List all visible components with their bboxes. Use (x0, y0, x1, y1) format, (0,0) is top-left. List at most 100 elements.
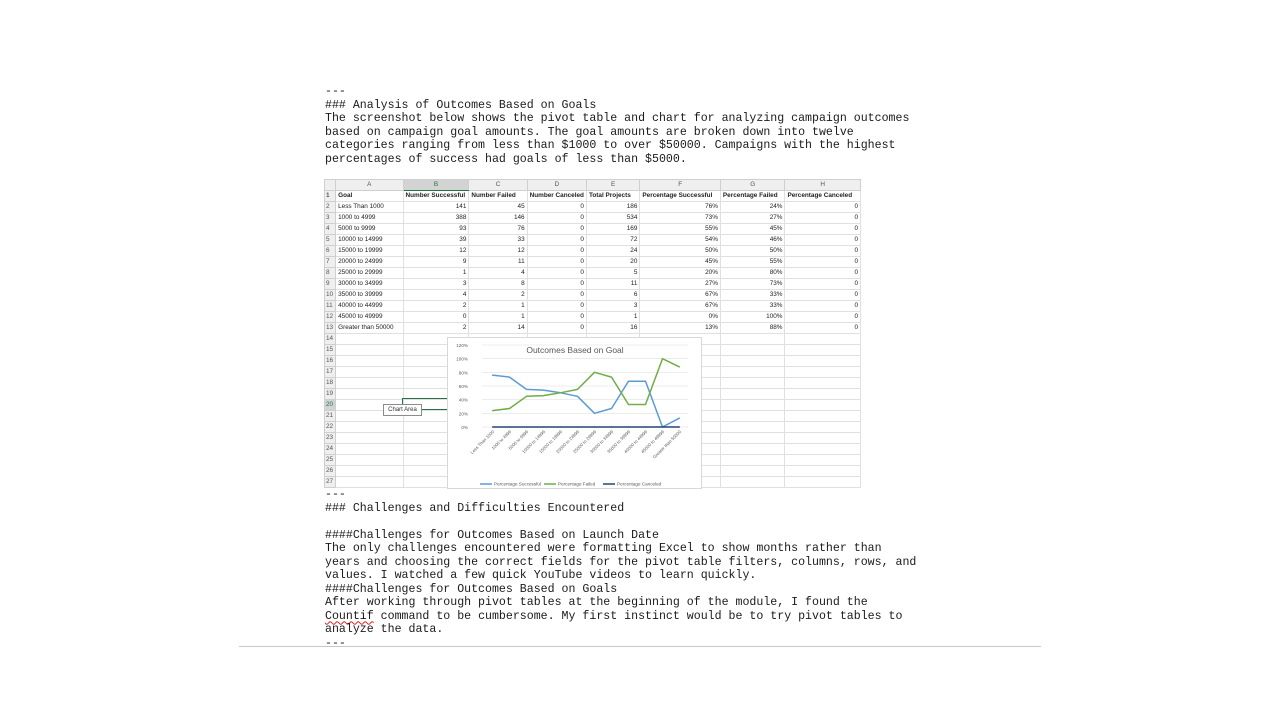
table-cell[interactable]: 39 (402, 234, 470, 246)
table-cell[interactable] (719, 432, 786, 444)
table-cell[interactable]: 0 (784, 311, 861, 323)
column-header[interactable]: H (784, 179, 861, 191)
table-cell[interactable] (335, 366, 404, 378)
row-number[interactable]: 19 (323, 388, 337, 400)
table-cell[interactable]: 0 (784, 289, 861, 301)
row-number[interactable]: 11 (323, 300, 337, 312)
row-number[interactable]: 10 (323, 289, 337, 301)
table-cell[interactable]: 13% (639, 322, 721, 334)
table-cell[interactable]: 0 (526, 267, 587, 279)
row-number[interactable]: 1 (323, 190, 337, 202)
table-cell[interactable]: 0 (526, 311, 587, 323)
table-cell[interactable]: 5000 to 9999 (335, 223, 404, 235)
table-cell[interactable]: 0 (526, 201, 587, 213)
table-cell[interactable]: 35000 to 39999 (335, 289, 404, 301)
table-cell[interactable]: 50% (719, 245, 786, 257)
row-number[interactable]: 22 (323, 421, 337, 433)
table-cell[interactable]: 45% (639, 256, 721, 268)
table-cell[interactable]: 93 (402, 223, 470, 235)
table-cell[interactable]: 45 (468, 201, 528, 213)
table-cell[interactable]: 0 (784, 201, 861, 213)
row-number[interactable]: 15 (323, 344, 337, 356)
table-cell[interactable] (719, 377, 786, 389)
table-cell[interactable]: 12 (402, 245, 470, 257)
row-number[interactable]: 25 (323, 454, 337, 466)
row-number[interactable]: 27 (323, 476, 337, 488)
column-header[interactable]: D (526, 179, 587, 191)
table-cell[interactable]: Less Than 1000 (335, 201, 404, 213)
table-cell[interactable]: 1 (402, 267, 470, 279)
table-cell[interactable] (719, 465, 786, 477)
table-cell[interactable]: 169 (585, 223, 641, 235)
table-cell[interactable]: 9 (402, 256, 470, 268)
table-cell[interactable] (335, 432, 404, 444)
table-cell[interactable]: 1 (585, 311, 641, 323)
row-number[interactable]: 24 (323, 443, 337, 455)
table-cell[interactable] (335, 465, 404, 477)
table-cell[interactable]: Total Projects (585, 190, 641, 202)
row-number[interactable]: 4 (323, 223, 337, 235)
table-cell[interactable]: 27% (719, 212, 786, 224)
table-cell[interactable] (719, 355, 786, 367)
table-cell[interactable] (719, 333, 786, 345)
row-number[interactable]: 17 (323, 366, 337, 378)
table-cell[interactable]: 0 (784, 245, 861, 257)
row-number[interactable]: 3 (323, 212, 337, 224)
table-cell[interactable]: 46% (719, 234, 786, 246)
table-cell[interactable] (719, 344, 786, 356)
row-number[interactable]: 8 (323, 267, 337, 279)
table-cell[interactable]: Percentage Failed (719, 190, 786, 202)
table-cell[interactable]: Goal (335, 190, 404, 202)
table-cell[interactable]: 33% (719, 300, 786, 312)
table-cell[interactable]: 76% (639, 201, 721, 213)
table-cell[interactable]: 0 (526, 212, 587, 224)
table-cell[interactable]: 100% (719, 311, 786, 323)
row-number[interactable]: 12 (323, 311, 337, 323)
row-number[interactable]: 5 (323, 234, 337, 246)
table-cell[interactable]: 534 (585, 212, 641, 224)
table-cell[interactable]: Number Canceled (526, 190, 587, 202)
table-cell[interactable]: 24 (585, 245, 641, 257)
table-cell[interactable] (784, 443, 861, 455)
table-cell[interactable] (719, 443, 786, 455)
table-cell[interactable] (335, 355, 404, 367)
table-cell[interactable] (719, 366, 786, 378)
table-cell[interactable]: Number Successful (402, 190, 470, 202)
table-cell[interactable]: 146 (468, 212, 528, 224)
table-cell[interactable]: 27% (639, 278, 721, 290)
table-cell[interactable] (335, 421, 404, 433)
table-cell[interactable]: 45% (719, 223, 786, 235)
row-number[interactable]: 23 (323, 432, 337, 444)
table-cell[interactable]: 0 (784, 256, 861, 268)
table-cell[interactable] (784, 465, 861, 477)
table-cell[interactable]: 73% (719, 278, 786, 290)
table-cell[interactable]: 1 (468, 300, 528, 312)
table-cell[interactable]: Number Failed (468, 190, 528, 202)
row-number[interactable]: 6 (323, 245, 337, 257)
table-cell[interactable] (335, 476, 404, 488)
table-cell[interactable]: 0 (784, 322, 861, 334)
table-cell[interactable]: 15000 to 19999 (335, 245, 404, 257)
table-cell[interactable]: 141 (402, 201, 470, 213)
table-cell[interactable]: 0 (784, 278, 861, 290)
table-cell[interactable]: 76 (468, 223, 528, 235)
table-cell[interactable]: 8 (468, 278, 528, 290)
table-cell[interactable]: 12 (468, 245, 528, 257)
table-cell[interactable]: 11 (585, 278, 641, 290)
table-cell[interactable]: Percentage Successful (639, 190, 721, 202)
table-cell[interactable] (784, 344, 861, 356)
table-cell[interactable]: 0 (402, 311, 470, 323)
table-cell[interactable] (784, 377, 861, 389)
table-cell[interactable]: 67% (639, 289, 721, 301)
table-cell[interactable] (719, 410, 786, 422)
table-cell[interactable]: 0 (784, 212, 861, 224)
table-cell[interactable]: 0 (526, 300, 587, 312)
table-cell[interactable]: Percentage Canceled (784, 190, 861, 202)
table-cell[interactable]: 0 (784, 267, 861, 279)
table-cell[interactable]: 24% (719, 201, 786, 213)
table-cell[interactable] (335, 388, 404, 400)
table-cell[interactable] (784, 388, 861, 400)
table-cell[interactable] (719, 476, 786, 488)
column-header[interactable]: E (585, 179, 641, 191)
table-cell[interactable]: 0 (784, 223, 861, 235)
